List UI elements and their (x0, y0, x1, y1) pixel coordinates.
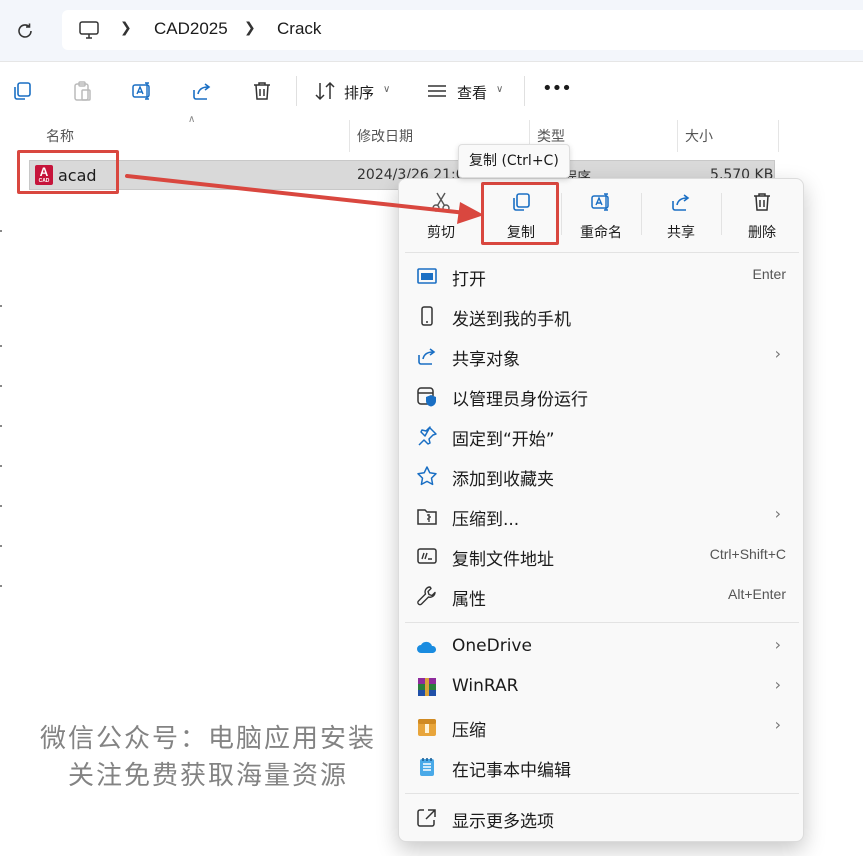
watermark-line-1: 微信公众号：电脑应用安装 (40, 724, 377, 754)
watermark-line-2: 关注免费获取海量资源 (68, 761, 349, 791)
